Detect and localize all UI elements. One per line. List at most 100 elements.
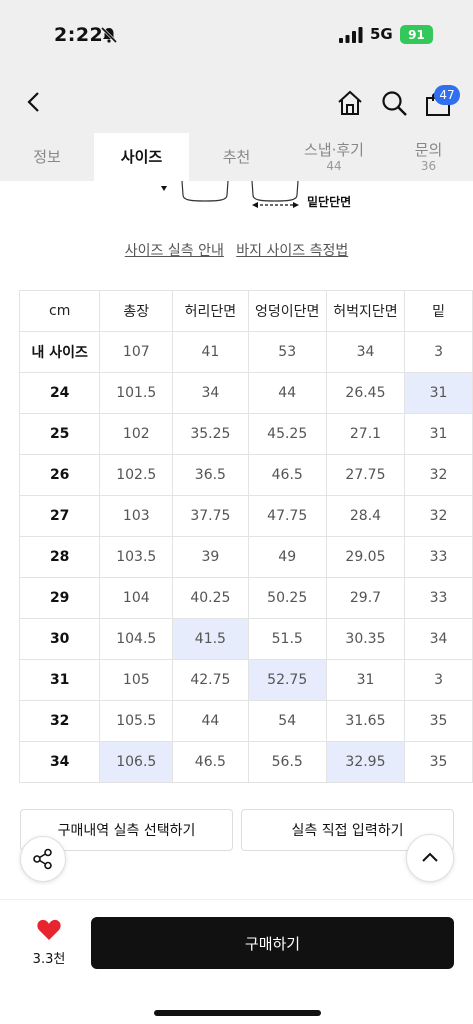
table-cell: 50.25 (247, 577, 327, 619)
table-cell: 49 (247, 536, 327, 578)
status-bar: 2:22 5G 91 (0, 0, 473, 70)
table-cell: 32 (404, 454, 473, 496)
size-label-cell: 24 (18, 372, 101, 414)
table-cell: 28.4 (325, 495, 406, 537)
size-label-cell: 27 (18, 495, 101, 537)
table-cell: 46.5 (247, 454, 327, 496)
table-cell: 34 (325, 331, 406, 373)
battery-level: 91 (408, 27, 425, 42)
like-count: 3.3천 (32, 952, 66, 967)
column-header: cm (18, 290, 101, 332)
table-cell: 3 (404, 659, 473, 701)
tab-label: 추천 (222, 148, 251, 166)
size-label-cell: 31 (18, 659, 101, 701)
table-cell: 31 (325, 659, 406, 701)
size-label-cell: 25 (18, 413, 101, 455)
table-cell: 37.75 (172, 495, 249, 537)
table-cell: 3 (404, 331, 473, 373)
table-cell: 45.25 (247, 413, 327, 455)
home-indicator (154, 1010, 321, 1016)
table-cell: 53 (247, 331, 327, 373)
tab-label: 스냅·후기 (304, 141, 364, 159)
tab-count: 36 (420, 159, 437, 173)
table-cell: 41 (172, 331, 249, 373)
size-table: cm 총장 허리단면 엉덩이단면 허벅지단면 밑 내 사이즈 107 41 53 34 3… (18, 290, 473, 783)
table-cell: 40.25 (172, 577, 249, 619)
table-cell: 101.5 (99, 372, 174, 414)
column-header: 총장 (99, 290, 174, 332)
table-cell: 29.7 (325, 577, 406, 619)
tab-count: 44 (326, 159, 342, 173)
share-icon (33, 848, 52, 870)
battery-icon: 91 (400, 25, 433, 44)
table-cell: 32.95 (325, 741, 406, 783)
table-cell: 31.65 (325, 700, 406, 742)
table-cell: 102 (99, 413, 174, 455)
table-cell: 104 (99, 577, 174, 619)
search-icon[interactable] (380, 89, 408, 117)
table-cell: 107 (99, 331, 174, 373)
table-cell: 56.5 (247, 741, 327, 783)
share-button[interactable] (20, 836, 66, 882)
table-row: 31 105 42.75 52.75 31 3 (18, 659, 473, 701)
cart-count-badge: 47 (434, 85, 460, 105)
table-cell: 31 (404, 372, 473, 414)
tab-inquiry[interactable]: 문의 36 (384, 133, 473, 181)
table-header-row: cm 총장 허리단면 엉덩이단면 허벅지단면 밑 (18, 290, 473, 332)
like-button[interactable]: 3.3천 (22, 918, 76, 967)
bell-off-icon (100, 26, 118, 44)
size-label-cell: 32 (18, 700, 101, 742)
table-cell: 34 (172, 372, 249, 414)
table-cell: 26.45 (325, 372, 406, 414)
table-cell: 47.75 (247, 495, 327, 537)
table-cell: 41.5 (172, 618, 249, 660)
network-label: 5G (370, 25, 393, 43)
table-cell: 31 (404, 413, 473, 455)
table-row: 32 105.5 44 54 31.65 35 (18, 700, 473, 742)
table-cell: 39 (172, 536, 249, 578)
pants-measure-link[interactable]: 바지 사이즈 측정법 (236, 243, 348, 259)
table-cell: 106.5 (99, 741, 174, 783)
table-row: 24 101.5 34 44 26.45 31 (18, 372, 473, 414)
table-row: 27 103 37.75 47.75 28.4 32 (18, 495, 473, 537)
table-cell: 44 (247, 372, 327, 414)
tab-recommend[interactable]: 추천 (189, 133, 284, 181)
tab-snap-review[interactable]: 스냅·후기 44 (284, 133, 384, 181)
table-row: 25 102 35.25 45.25 27.1 31 (18, 413, 473, 455)
size-label-cell: 26 (18, 454, 101, 496)
button-label: 실측 직접 입력하기 (291, 823, 404, 839)
table-cell: 33 (404, 536, 473, 578)
home-icon[interactable] (336, 89, 364, 117)
table-cell: 102.5 (99, 454, 174, 496)
tab-label: 문의 (414, 141, 443, 159)
tab-bar: 정보 사이즈 추천 스냅·후기 44 문의 36 (0, 133, 473, 181)
buy-button-label: 구매하기 (244, 934, 301, 953)
column-header: 허벅지단면 (325, 290, 406, 332)
status-time: 2:22 (54, 24, 104, 46)
table-cell: 29.05 (325, 536, 406, 578)
tab-size[interactable]: 사이즈 (94, 133, 189, 181)
column-header: 밑 (404, 290, 473, 332)
table-cell: 54 (247, 700, 327, 742)
table-cell: 33 (404, 577, 473, 619)
table-cell: 46.5 (172, 741, 249, 783)
table-cell: 27.1 (325, 413, 406, 455)
size-guide-link[interactable]: 사이즈 실측 안내 (125, 243, 224, 259)
table-cell: 105.5 (99, 700, 174, 742)
back-arrow-icon[interactable] (22, 88, 46, 116)
table-cell: 103.5 (99, 536, 174, 578)
column-header: 엉덩이단면 (247, 290, 327, 332)
size-label-cell: 내 사이즈 (18, 331, 101, 373)
tab-info[interactable]: 정보 (0, 133, 94, 181)
scroll-top-button[interactable] (406, 834, 454, 882)
column-header: 허리단면 (172, 290, 249, 332)
table-cell: 42.75 (172, 659, 249, 701)
table-row: 내 사이즈 107 41 53 34 3 (18, 331, 473, 373)
size-label-cell: 29 (18, 577, 101, 619)
size-guide-links: 사이즈 실측 안내 바지 사이즈 측정법 (0, 240, 473, 260)
buy-button[interactable]: 구매하기 (91, 917, 454, 969)
heart-icon (37, 919, 61, 940)
table-cell: 35 (404, 700, 473, 742)
size-label-cell: 30 (18, 618, 101, 660)
tab-label: 사이즈 (120, 148, 163, 166)
